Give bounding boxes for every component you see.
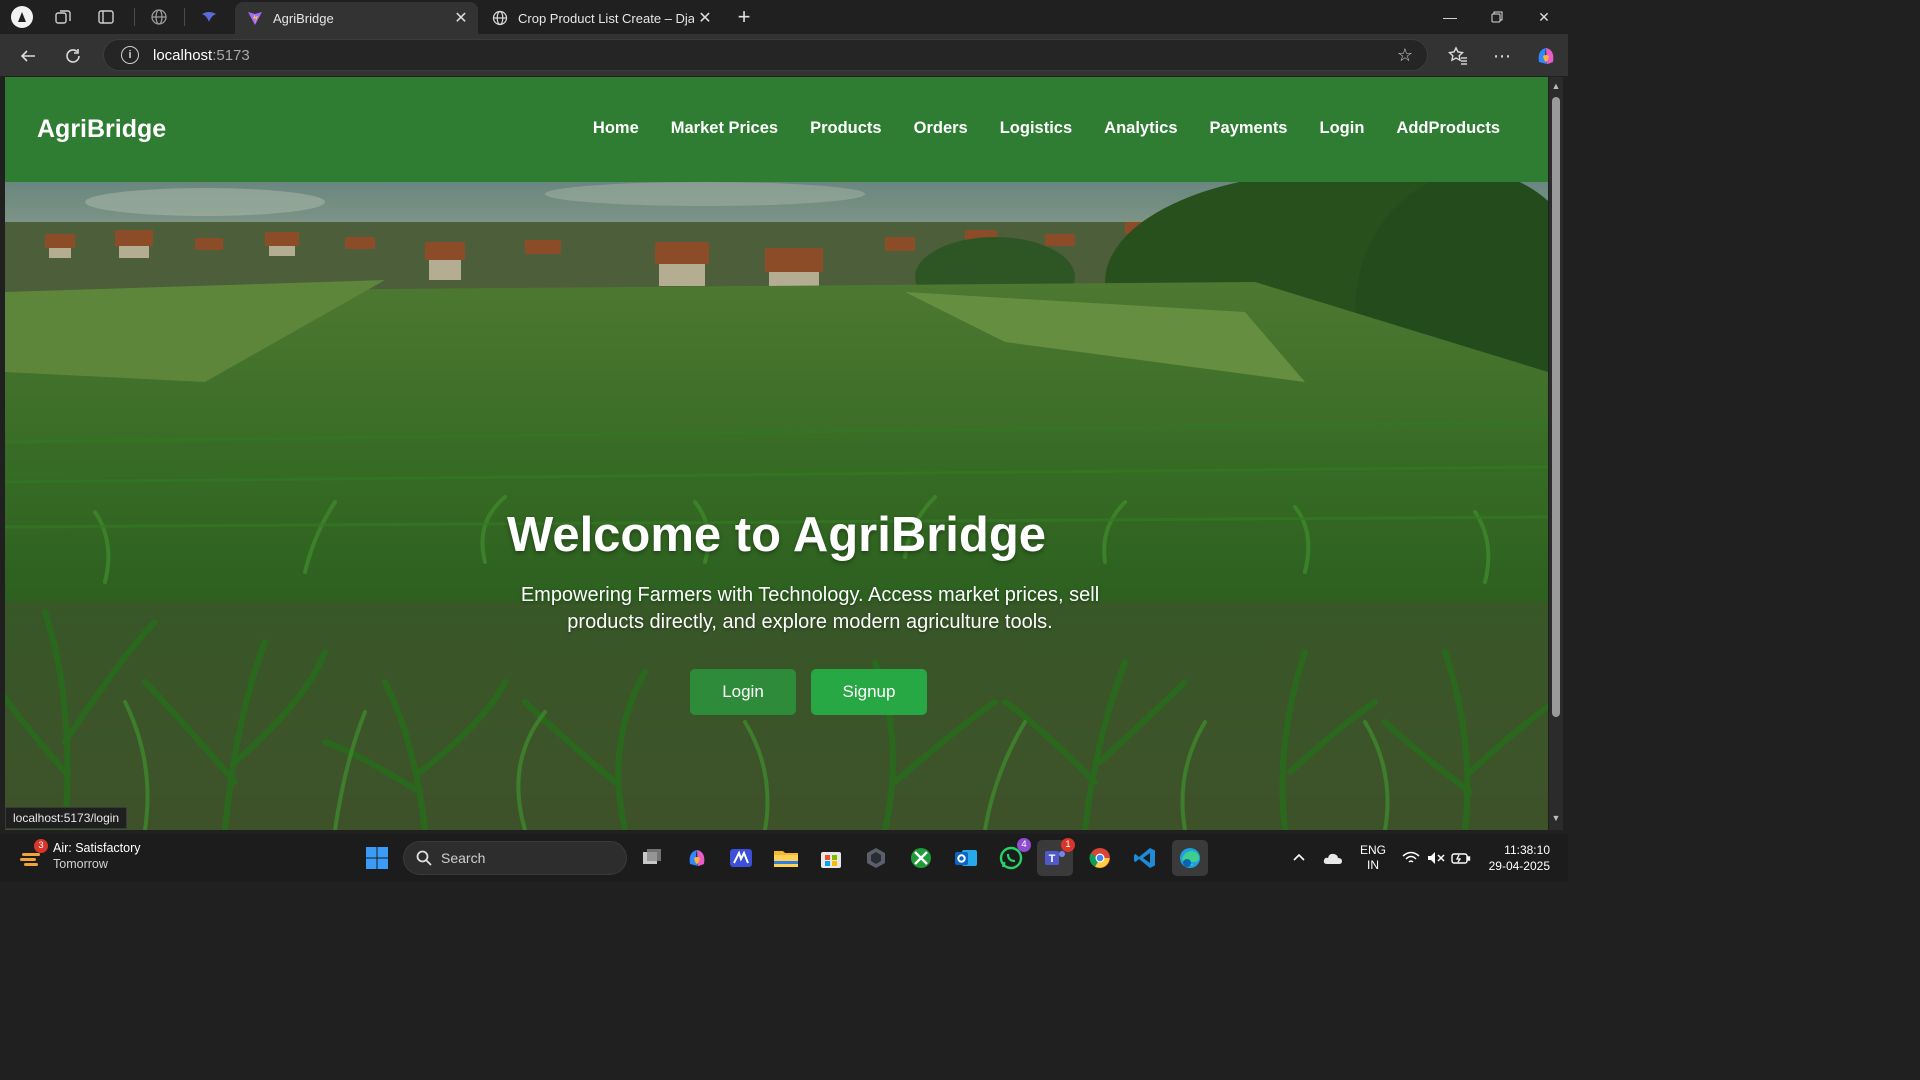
clock-date: 29-04-2025 (1488, 859, 1550, 873)
nav-home[interactable]: Home (593, 119, 639, 138)
address-bar: i localhost:5173 ☆ ⋯ (0, 34, 1568, 76)
site-header: AgriBridge Home Market Prices Products O… (5, 77, 1548, 182)
tab-agribridge[interactable]: AgriBridge ✕ (235, 2, 478, 34)
teams-badge: 1 (1061, 838, 1075, 852)
tab-title: Crop Product List Create – Django (518, 10, 694, 26)
hero-login-button[interactable]: Login (690, 669, 796, 715)
workspaces-icon[interactable] (51, 5, 75, 29)
new-tab-icon[interactable]: + (732, 4, 756, 29)
page-viewport: AgriBridge Home Market Prices Products O… (5, 77, 1548, 830)
hero-title: Welcome to AgriBridge (506, 508, 1047, 562)
globe-tab-icon[interactable] (147, 5, 171, 29)
taskbar: 3 Air: Satisfactory Tomorrow Search 4 T … (0, 834, 1568, 882)
show-hidden-icons[interactable] (1292, 834, 1306, 882)
hero-actions: Login Signup (690, 669, 927, 715)
whatsapp-icon[interactable]: 4 (993, 838, 1031, 876)
reload-icon[interactable] (59, 42, 87, 70)
close-window-icon[interactable]: ✕ (1521, 0, 1567, 34)
clock[interactable]: 11:38:10 29-04-2025 (1484, 834, 1550, 882)
url-text: localhost:5173 (153, 46, 250, 64)
nav-products[interactable]: Products (810, 119, 882, 138)
clock-time: 11:38:10 (1504, 843, 1550, 857)
nav-analytics[interactable]: Analytics (1104, 119, 1177, 138)
scroll-down-icon[interactable]: ▼ (1551, 813, 1561, 823)
search-placeholder: Search (441, 850, 486, 866)
search-icon (416, 850, 432, 866)
scroll-up-icon[interactable]: ▲ (1551, 81, 1561, 91)
tab-django[interactable]: Crop Product List Create – Django ✕ (480, 2, 722, 34)
close-tab-icon[interactable]: ✕ (450, 8, 472, 28)
close-tab-icon[interactable]: ✕ (694, 8, 716, 28)
weather-title: Air: Satisfactory (53, 841, 141, 855)
weather-subtitle: Tomorrow (53, 857, 108, 871)
main-nav: Home Market Prices Products Orders Logis… (593, 119, 1500, 138)
wifi-icon[interactable] (1402, 834, 1420, 882)
restore-icon[interactable] (1474, 0, 1520, 34)
teams-icon[interactable]: T 1 (1037, 838, 1075, 876)
tab-actions-icon[interactable] (94, 5, 118, 29)
tab-title: AgriBridge (273, 10, 334, 26)
air-quality-icon: 3 (18, 839, 48, 869)
nav-logistics[interactable]: Logistics (1000, 119, 1072, 138)
page-scrollbar[interactable]: ▲ ▼ (1549, 77, 1563, 830)
copilot-icon[interactable] (1532, 42, 1560, 70)
nav-add-products[interactable]: AddProducts (1396, 119, 1500, 138)
profile-icon[interactable] (10, 5, 34, 29)
edge-icon[interactable] (1172, 840, 1208, 876)
browser-tab-bar: AgriBridge ✕ Crop Product List Create – … (0, 0, 1568, 34)
taskbar-search-input[interactable]: Search (403, 841, 627, 875)
language-indicator[interactable]: ENG IN (1360, 834, 1386, 882)
nav-login[interactable]: Login (1320, 119, 1365, 138)
nav-orders[interactable]: Orders (914, 119, 968, 138)
battery-icon[interactable] (1451, 834, 1471, 882)
nav-market-prices[interactable]: Market Prices (671, 119, 778, 138)
minimize-icon[interactable]: — (1427, 0, 1473, 34)
weather-badge: 3 (34, 839, 48, 853)
pinned-tab-icon[interactable] (197, 5, 221, 29)
whatsapp-badge: 4 (1017, 838, 1031, 852)
outlook-icon[interactable] (948, 840, 984, 876)
vite-icon (247, 10, 263, 26)
hero-section: Welcome to AgriBridge Empowering Farmers… (5, 182, 1548, 830)
brand-logo[interactable]: AgriBridge (37, 115, 166, 144)
favorite-star-icon[interactable]: ☆ (1397, 45, 1413, 66)
task-view-icon[interactable] (634, 840, 670, 876)
svg-text:T: T (1049, 853, 1056, 865)
copilot-taskbar-icon[interactable] (679, 840, 715, 876)
lang-bottom: IN (1367, 858, 1379, 872)
start-icon[interactable] (359, 840, 395, 876)
hero-signup-button[interactable]: Signup (811, 669, 927, 715)
xbox-icon[interactable] (903, 840, 939, 876)
volume-muted-icon[interactable] (1427, 834, 1445, 882)
globe-icon (492, 10, 508, 26)
link-status-url: localhost:5173/login (5, 807, 128, 829)
nav-payments[interactable]: Payments (1210, 119, 1288, 138)
weather-widget[interactable]: 3 Air: Satisfactory Tomorrow (18, 839, 141, 872)
site-info-icon[interactable]: i (121, 46, 139, 64)
back-icon[interactable] (14, 42, 42, 70)
vscode-icon[interactable] (1127, 840, 1163, 876)
favorites-icon[interactable] (1444, 42, 1472, 70)
microsoft-store-icon[interactable] (813, 840, 849, 876)
more-options-icon[interactable]: ⋯ (1488, 42, 1516, 70)
file-explorer-icon[interactable] (768, 840, 804, 876)
hero-subtitle: Empowering Farmers with Technology. Acce… (520, 584, 1100, 633)
onedrive-icon[interactable] (1323, 834, 1343, 882)
scrollbar-thumb[interactable] (1552, 97, 1560, 717)
chrome-icon[interactable] (1082, 840, 1118, 876)
dev-app-icon[interactable] (858, 840, 894, 876)
url-input[interactable]: i localhost:5173 ☆ (103, 39, 1428, 71)
designer-app-icon[interactable] (723, 840, 759, 876)
lang-top: ENG (1360, 843, 1387, 857)
